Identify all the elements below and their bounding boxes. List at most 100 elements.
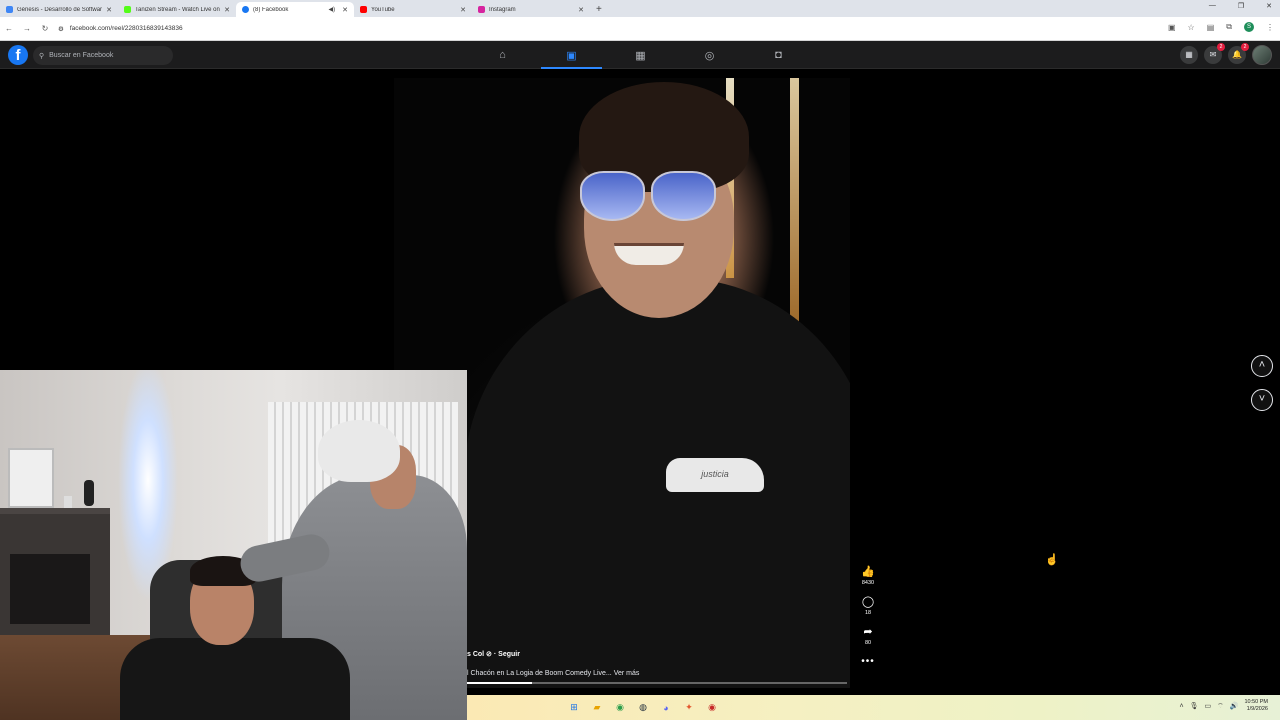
address-bar: ← → ↻ ⚙ facebook.com/reel/22803168391438… — [0, 17, 1280, 41]
next-reel-button[interactable]: ˅ — [1251, 389, 1273, 411]
share-count: 80 — [864, 640, 872, 646]
fireplace — [0, 508, 110, 638]
instagram-favicon-icon — [478, 6, 485, 13]
hoodie-car-logo: justicia — [666, 458, 764, 492]
notifications-badge: 2 — [1241, 43, 1249, 51]
barber-cape — [120, 638, 350, 720]
site-info-icon[interactable]: ⚙ — [58, 25, 64, 33]
system-clock[interactable]: 10:50 PM 1/9/2026 — [1244, 699, 1268, 713]
comment-count: 18 — [864, 610, 872, 616]
home-icon[interactable]: ⌂ — [468, 41, 537, 69]
steam-icon[interactable]: ◍ — [634, 699, 652, 716]
thumbs-up-icon: 👍 — [861, 566, 875, 578]
reel-caption[interactable]: l Chacón en La Logia de Boom Comedy Live… — [467, 670, 639, 677]
tab-title: Génesis - Desarrollo de Software — [17, 6, 103, 13]
bookmark-star-icon[interactable]: ☆ — [1188, 23, 1195, 32]
close-tab-icon[interactable]: ✕ — [342, 6, 348, 14]
previous-reel-button[interactable]: ˄ — [1251, 355, 1273, 377]
share-arrow-icon: ➦ — [863, 626, 873, 638]
tab-title: YouTube — [371, 6, 395, 13]
windows-start-icon[interactable]: ⊞ — [565, 699, 583, 716]
tab-facebook[interactable]: (8) Facebook ◀) ✕ — [236, 2, 354, 17]
restore-icon[interactable]: ❐ — [1238, 2, 1244, 10]
picture-frame — [8, 448, 54, 508]
hand-cursor-icon: ☝ — [1045, 554, 1059, 566]
app-icon[interactable]: ✦ — [680, 699, 698, 716]
chrome-dev-icon[interactable]: ◉ — [703, 699, 721, 716]
url-text[interactable]: facebook.com/reel/2280316839143836 — [70, 25, 183, 32]
messenger-icon[interactable]: ✉ 2 — [1204, 43, 1225, 64]
close-window-icon[interactable]: ✕ — [1266, 2, 1272, 10]
minimize-icon[interactable]: — — [1209, 2, 1216, 10]
tab-instagram[interactable]: Instagram ✕ — [472, 2, 590, 17]
gaming-icon[interactable]: ◘ — [744, 41, 813, 69]
facebook-favicon-icon — [242, 6, 249, 13]
close-tab-icon[interactable]: ✕ — [106, 6, 112, 14]
windows-taskbar: ⊞ ▰ ◉ ◍ ◕ ✦ ◉ ˄ 🎙 ▭ ⌔ 🔊 10:50 PM 1/9/202… — [467, 695, 1280, 720]
window-controls: — ❐ ✕ — [1209, 2, 1272, 10]
clock-time: 10:50 PM — [1244, 699, 1268, 705]
file-explorer-icon[interactable]: ▰ — [588, 699, 606, 716]
close-tab-icon[interactable]: ✕ — [224, 6, 230, 14]
tray-chevron-icon[interactable]: ˄ — [1180, 703, 1184, 710]
chevron-down-icon: ˅ — [1258, 393, 1266, 405]
kick-favicon-icon — [124, 6, 131, 13]
taskbar-apps: ⊞ ▰ ◉ ◍ ◕ ✦ ◉ — [565, 699, 721, 716]
side-panel-icon[interactable]: ▤ — [1207, 23, 1215, 32]
reels-icon[interactable]: ▣ — [537, 41, 606, 69]
discord-icon[interactable]: ◕ — [657, 699, 675, 716]
network-icon[interactable]: ⌔ — [1217, 702, 1224, 711]
display-icon[interactable]: ▭ — [1205, 702, 1212, 710]
tab-title: Instagram — [489, 6, 516, 13]
notifications-bell-icon[interactable]: 🔔 2 — [1228, 43, 1249, 64]
more-options-icon[interactable]: ••• — [861, 656, 875, 667]
extensions-icon[interactable]: ⧉ — [1226, 22, 1232, 32]
install-app-icon[interactable]: ▣ — [1168, 23, 1176, 32]
person-hoodie — [464, 278, 850, 688]
marketplace-icon[interactable]: ▦ — [606, 41, 675, 69]
clock-date: 1/9/2026 — [1246, 706, 1268, 712]
new-tab-button[interactable]: + — [590, 2, 608, 17]
browser-toolbar-right: ▣ ☆ ▤ ⧉ S ⋮ — [1168, 22, 1274, 32]
chevron-up-icon: ˄ — [1258, 359, 1266, 371]
browser-tabstrip: Génesis - Desarrollo de Software ✕ Taniz… — [0, 0, 1280, 17]
close-tab-icon[interactable]: ✕ — [460, 6, 466, 14]
menu-grid-icon[interactable]: ▦ — [1180, 46, 1198, 64]
close-tab-icon[interactable]: ✕ — [578, 6, 584, 14]
profile-avatar[interactable]: S — [1244, 22, 1254, 32]
genesis-favicon-icon — [6, 6, 13, 13]
tab-youtube[interactable]: YouTube ✕ — [354, 2, 472, 17]
microphone-icon[interactable]: 🎙 — [1190, 702, 1199, 710]
comment-bubble-icon: ◯ — [861, 596, 875, 608]
system-tray: ˄ 🎙 ▭ ⌔ 🔊 10:50 PM 1/9/2026 — [1180, 699, 1268, 713]
tab-genesis[interactable]: Génesis - Desarrollo de Software ✕ — [0, 2, 118, 17]
facebook-search[interactable]: ⚲ Buscar en Facebook — [33, 46, 173, 65]
shelf-item — [64, 496, 72, 508]
person-smile — [614, 243, 684, 265]
tab-title: Tanizen Stream - Watch Live on — [135, 6, 220, 13]
forward-icon[interactable]: → — [18, 24, 36, 33]
comment-button[interactable]: ◯ 18 — [862, 596, 874, 616]
chrome-icon[interactable]: ◉ — [611, 699, 629, 716]
like-button[interactable]: 👍 8430 — [861, 566, 875, 586]
reel-progress-bar[interactable] — [467, 682, 847, 684]
search-icon: ⚲ — [39, 52, 45, 60]
speaker-icon[interactable]: ◀) — [329, 6, 336, 13]
reel-author[interactable]: s Col ⊘ · Seguir — [467, 650, 520, 658]
groups-icon[interactable]: ◎ — [675, 41, 744, 69]
tab-tanizen-stream[interactable]: Tanizen Stream - Watch Live on ✕ — [118, 2, 236, 17]
background-light — [790, 78, 799, 328]
url-field[interactable]: ⚙ facebook.com/reel/2280316839143836 — [58, 25, 183, 33]
barber-cap — [318, 420, 400, 482]
share-button[interactable]: ➦ 80 — [863, 626, 872, 646]
messenger-badge: 2 — [1217, 43, 1225, 51]
speaker — [84, 480, 94, 506]
back-icon[interactable]: ← — [0, 24, 18, 33]
reload-icon[interactable]: ↻ — [36, 24, 54, 33]
facebook-header: f ⚲ Buscar en Facebook ⌂ ▣ ▦ ◎ ◘ ▦ ✉ 2 🔔 2 — [0, 41, 1280, 69]
volume-icon[interactable]: 🔊 — [1230, 702, 1239, 710]
facebook-logo[interactable]: f — [8, 45, 28, 65]
browser-menu-icon[interactable]: ⋮ — [1266, 23, 1274, 32]
tab-title: (8) Facebook — [253, 6, 289, 13]
account-avatar[interactable] — [1252, 45, 1272, 65]
